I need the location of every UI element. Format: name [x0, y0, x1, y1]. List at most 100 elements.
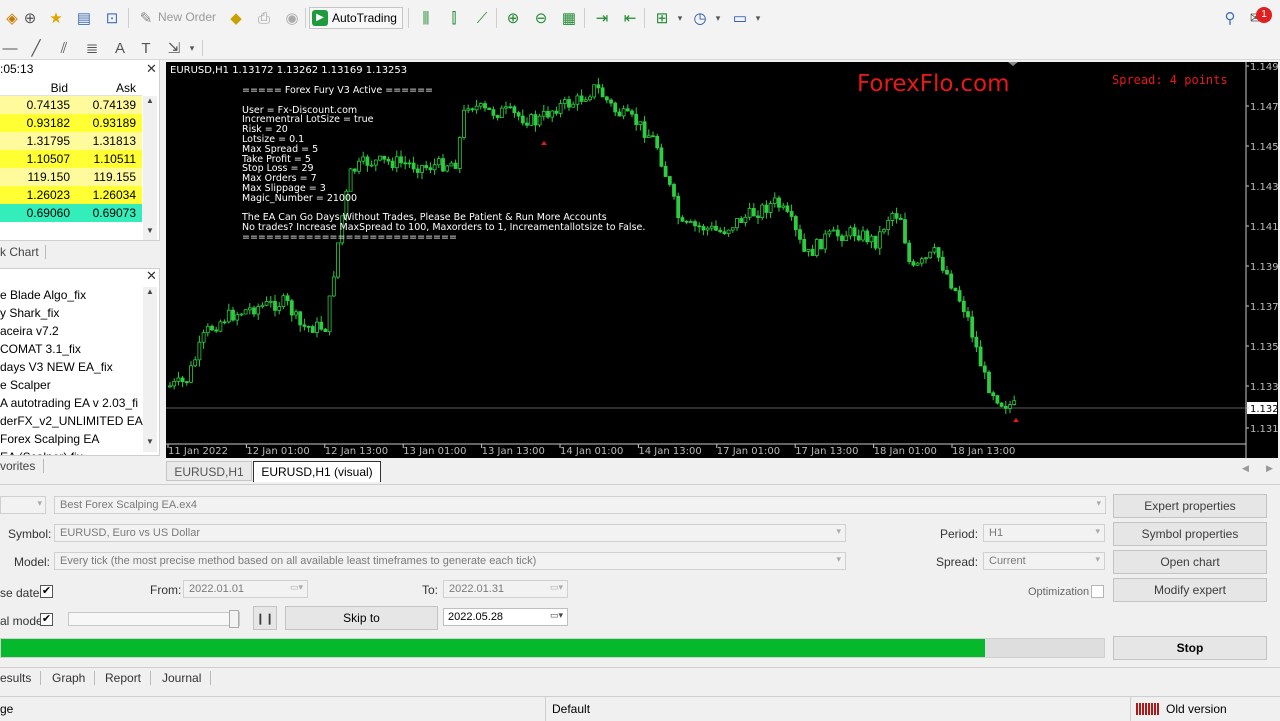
- tab-favorites[interactable]: vorites: [0, 459, 45, 473]
- navigator-expert-item[interactable]: derFX_v2_UNLIMITED EA: [0, 414, 143, 428]
- skip-to-date-input[interactable]: 2022.05.28 ▭▾: [443, 608, 568, 626]
- spread-select[interactable]: Current ▾: [983, 552, 1105, 570]
- zoom-out-icon[interactable]: ⊖: [531, 8, 551, 28]
- text-icon[interactable]: A: [110, 38, 130, 58]
- calendar-icon: ▭▾: [289, 582, 303, 592]
- tab-tick-chart[interactable]: k Chart: [0, 245, 46, 259]
- horizontal-line-icon[interactable]: —: [0, 38, 20, 58]
- scroll-down-icon[interactable]: ▼: [143, 226, 157, 240]
- arrows-icon[interactable]: ⇲: [164, 38, 184, 58]
- metaeditor-icon[interactable]: ◆: [226, 8, 246, 28]
- navigator-expert-item[interactable]: COMAT 3.1_fix: [0, 342, 81, 356]
- candle-body: [189, 365, 193, 383]
- expert-properties-button[interactable]: Expert properties: [1113, 494, 1267, 518]
- open-chart-button[interactable]: Open chart: [1113, 550, 1267, 574]
- price-chart[interactable]: 1.149 1.147 1.145 1.143 1.141 1.139 1.137 1.135…: [166, 62, 1278, 458]
- candle-body: [348, 168, 353, 192]
- channel-icon[interactable]: ⫽: [54, 38, 74, 58]
- connect-icon[interactable]: ◈: [2, 8, 22, 28]
- market-watch-row[interactable]: 119.150 119.155: [0, 168, 142, 186]
- signal-icon[interactable]: ◉: [282, 8, 302, 28]
- print-icon[interactable]: ⎙: [254, 8, 274, 28]
- tester-zoom-icon[interactable]: ⊡: [102, 8, 122, 28]
- stop-button[interactable]: Stop: [1113, 636, 1267, 660]
- new-order-button[interactable]: New Order: [158, 10, 216, 24]
- ea-comment-line: ===== Forex Fury V3 Active ======: [242, 85, 434, 96]
- navigator-expert-item[interactable]: Forex Scalping EA: [0, 432, 99, 446]
- market-watch-row[interactable]: 0.74135 0.74139: [0, 96, 142, 114]
- modify-expert-button[interactable]: Modify expert: [1113, 578, 1267, 602]
- navigator-scrollbar[interactable]: ▲ ▼: [143, 287, 157, 452]
- market-watch-row[interactable]: 0.93182 0.93189: [0, 114, 142, 132]
- templates-icon[interactable]: ▭: [730, 8, 750, 28]
- bar-chart-icon[interactable]: ⫼: [416, 8, 436, 28]
- period-select[interactable]: H1 ▾: [983, 524, 1105, 542]
- candlestick-icon[interactable]: ⫿: [444, 8, 464, 28]
- tile-windows-icon[interactable]: ▦: [559, 8, 579, 28]
- tab-eurusd-h1-visual[interactable]: EURUSD,H1 (visual): [253, 461, 381, 482]
- navigator-expert-item[interactable]: e Scalper: [0, 378, 51, 392]
- scroll-down-icon[interactable]: ▼: [143, 437, 157, 451]
- market-watch-row[interactable]: 1.31795 1.31813: [0, 132, 142, 150]
- symbol-properties-button[interactable]: Symbol properties: [1113, 522, 1267, 546]
- expert-select[interactable]: Best Forex Scalping EA.ex4 ▾: [54, 496, 1106, 514]
- speed-slider-handle[interactable]: [229, 610, 239, 628]
- tester-type-select[interactable]: ▾: [0, 496, 46, 514]
- model-select[interactable]: Every tick (the most precise method base…: [54, 552, 846, 570]
- skip-to-button[interactable]: Skip to: [285, 606, 438, 630]
- zoom-in-icon[interactable]: ⊕: [503, 8, 523, 28]
- text-label-icon[interactable]: T: [136, 38, 156, 58]
- time-axis-label: 12 Jan 01:00: [246, 446, 309, 457]
- navigator-icon[interactable]: ▤: [74, 8, 94, 28]
- market-watch-row[interactable]: 1.10507 1.10511: [0, 150, 142, 168]
- tester-tab-report[interactable]: Report: [105, 671, 152, 685]
- crosshair-icon[interactable]: ⊕: [20, 8, 40, 28]
- search-icon[interactable]: ⚲: [1220, 8, 1240, 28]
- line-chart-icon[interactable]: ⟋: [472, 8, 492, 28]
- chevron-down-icon[interactable]: ▾: [748, 8, 768, 28]
- to-date-input[interactable]: 2022.01.31 ▭▾: [443, 580, 568, 598]
- fibonacci-icon[interactable]: ≣: [82, 38, 102, 58]
- navigator-expert-item[interactable]: A autotrading EA v 2.03_fi: [0, 396, 138, 410]
- chevron-down-icon[interactable]: ▾: [670, 8, 690, 28]
- scroll-up-icon[interactable]: ▲: [143, 96, 157, 110]
- tester-tab-graph[interactable]: Graph: [52, 671, 96, 685]
- visual-mode-checkbox[interactable]: ✔: [40, 613, 53, 626]
- indicators-icon[interactable]: ⊞: [652, 8, 672, 28]
- navigator-expert-item[interactable]: e Blade Algo_fix: [0, 288, 86, 302]
- scroll-up-icon[interactable]: ▲: [143, 287, 157, 301]
- navigator-expert-item[interactable]: aceira v7.2: [0, 324, 59, 338]
- scroll-left-icon[interactable]: ◀: [1242, 463, 1249, 474]
- candle-body: [625, 108, 630, 112]
- autoscroll-icon[interactable]: ⇥: [592, 8, 612, 28]
- trendline-icon[interactable]: ╱: [26, 38, 46, 58]
- market-watch-scrollbar[interactable]: ▲ ▼: [143, 96, 157, 240]
- optimization-checkbox[interactable]: [1091, 585, 1104, 598]
- periods-clock-icon[interactable]: ◷: [690, 8, 710, 28]
- new-order-icon[interactable]: ✎: [136, 8, 156, 28]
- navigator-expert-item[interactable]: days V3 NEW EA_fix: [0, 360, 113, 374]
- navigator-expert-item[interactable]: y Shark_fix: [0, 306, 59, 320]
- scroll-right-icon[interactable]: ▶: [1266, 463, 1273, 474]
- candle-body: [289, 300, 294, 316]
- candle-body: [483, 103, 487, 109]
- autotrading-button[interactable]: ▶ AutoTrading: [309, 7, 403, 29]
- close-icon[interactable]: ✕: [146, 61, 157, 77]
- favorites-star-icon[interactable]: ★: [46, 8, 66, 28]
- candle-body: [449, 162, 454, 167]
- tab-eurusd-h1[interactable]: EURUSD,H1: [166, 461, 252, 481]
- market-watch-row[interactable]: 1.26023 1.26034: [0, 186, 142, 204]
- pause-button[interactable]: ❙❙: [253, 606, 277, 630]
- candle-body: [176, 377, 181, 382]
- use-date-checkbox[interactable]: ✔: [40, 585, 53, 598]
- from-date-input[interactable]: 2022.01.01 ▭▾: [183, 580, 308, 598]
- tester-tab-esults[interactable]: esults: [0, 671, 42, 685]
- market-watch-row[interactable]: 0.69060 0.69073: [0, 204, 142, 222]
- close-icon[interactable]: ✕: [146, 268, 157, 284]
- symbol-select[interactable]: EURUSD, Euro vs US Dollar ▾: [54, 524, 846, 542]
- chevron-down-icon[interactable]: ▾: [708, 8, 728, 28]
- chevron-down-icon[interactable]: ▾: [182, 38, 202, 58]
- tester-tab-journal[interactable]: Journal: [162, 671, 212, 685]
- speed-slider-track[interactable]: [68, 610, 240, 628]
- chart-shift-icon[interactable]: ⇤: [620, 8, 640, 28]
